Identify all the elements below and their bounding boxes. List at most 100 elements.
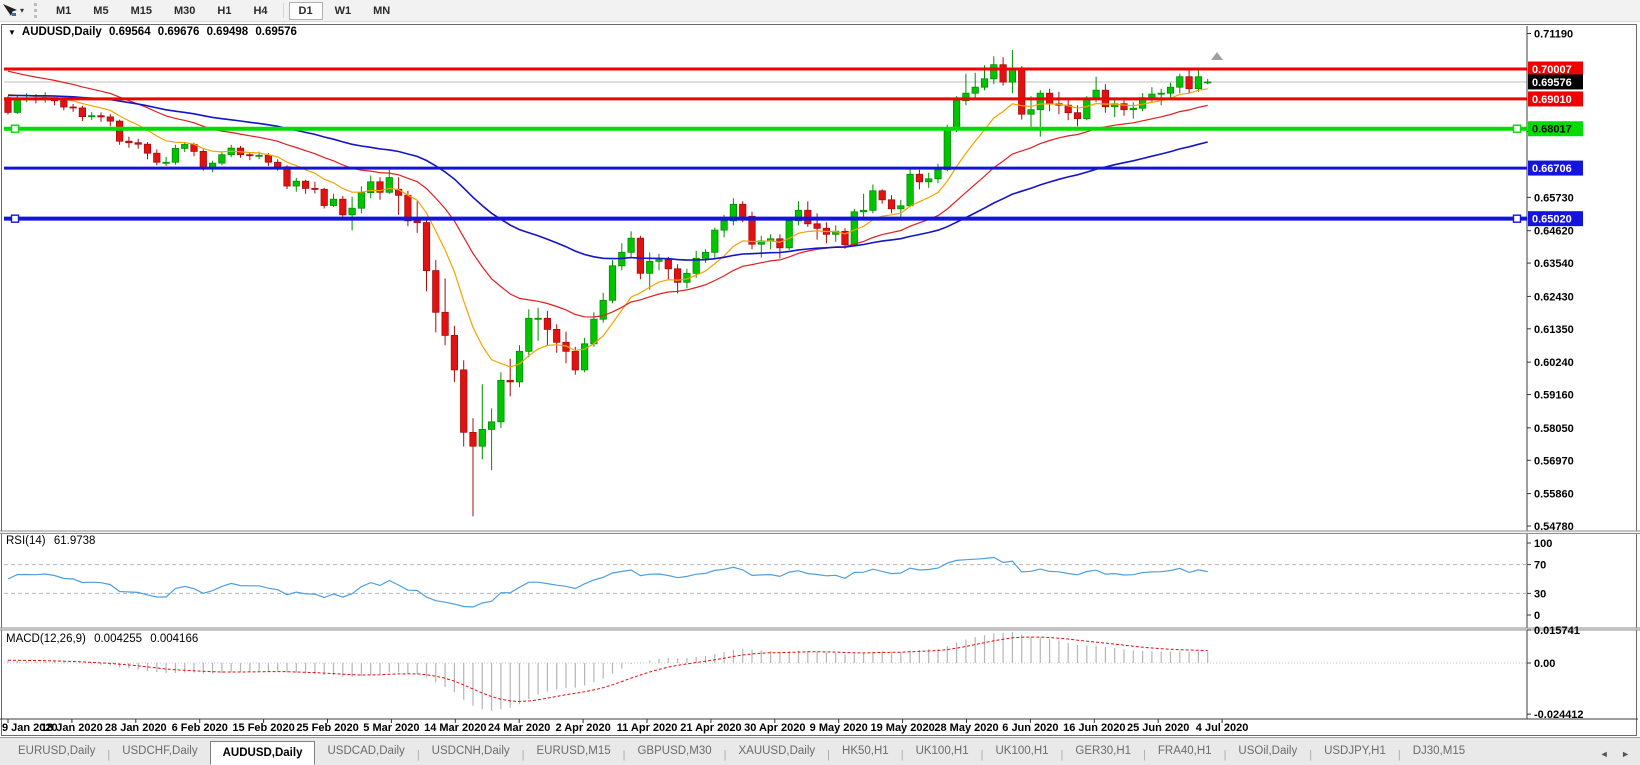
candle-body [498, 380, 504, 421]
tabs-scroll-left-icon[interactable]: ◄ [1600, 749, 1609, 759]
timeframe-button-h4[interactable]: H4 [243, 2, 277, 20]
tab-xauusd-daily[interactable]: XAUUSD,Daily [726, 745, 827, 765]
candle-body [488, 422, 494, 430]
tab-uk100-h1[interactable]: UK100,H1 [983, 745, 1060, 765]
rsi-name: RSI(14) [6, 535, 46, 547]
candle-body [312, 188, 318, 189]
price-axis-tick-label: 0.56970 [1534, 455, 1574, 467]
candle-body [1130, 108, 1136, 110]
chart-menu-icon[interactable]: ▼ [8, 28, 16, 37]
candle-body [265, 155, 271, 162]
timeframe-button-w1[interactable]: W1 [325, 2, 362, 20]
candle-body [572, 351, 578, 370]
timeframe-button-m1[interactable]: M1 [46, 2, 81, 20]
candle-body [647, 261, 653, 273]
candle-body [1167, 87, 1173, 93]
candle-body [981, 79, 987, 87]
candle-body [898, 206, 904, 209]
tab-usoil-daily[interactable]: USOil,Daily [1226, 745, 1309, 765]
chart-symbol: AUDUSD,Daily [22, 26, 102, 38]
tab-audusd-daily[interactable]: AUDUSD,Daily [210, 741, 316, 765]
candle-body [479, 429, 485, 446]
macd-signal-value: 0.004166 [150, 633, 198, 645]
timeframe-button-d1[interactable]: D1 [289, 2, 323, 20]
toolbar-grip [34, 3, 37, 18]
candle-body [1000, 65, 1006, 82]
tab-ger30-h1[interactable]: GER30,H1 [1063, 745, 1143, 765]
support-line-0-65020-handle[interactable] [12, 215, 19, 222]
candle-body [1037, 93, 1043, 110]
time-axis-label: 25 Feb 2020 [296, 722, 358, 734]
tab-dj30-m15[interactable]: DJ30,M15 [1401, 745, 1477, 765]
candle-body [1177, 77, 1183, 88]
timeframe-toolbar: ▾ M1 M5 M15 M30 H1 H4 D1 W1 MN [0, 0, 1640, 22]
tab-usdcnh-daily[interactable]: USDCNH,Daily [420, 745, 522, 765]
candle-body [507, 380, 513, 382]
candle-body [1019, 69, 1025, 114]
timeframe-button-m15[interactable]: M15 [121, 2, 162, 20]
candle-body [126, 141, 132, 143]
support-line-0-66706-label: 0.66706 [1532, 163, 1572, 175]
candle-body [702, 252, 708, 258]
candle-body [293, 181, 299, 186]
candle-body [256, 155, 262, 156]
support-line-0-68017-handle[interactable] [12, 125, 19, 132]
candle-body [1158, 93, 1164, 94]
time-axis-label: 15 Feb 2020 [232, 722, 294, 734]
candle-body [944, 130, 950, 170]
candle-body [888, 200, 894, 209]
time-axis-label: 2 Apr 2020 [555, 722, 610, 734]
tab-uk100-h1[interactable]: UK100,H1 [904, 745, 981, 765]
candle-body [107, 117, 113, 121]
timeframe-button-mn[interactable]: MN [363, 2, 400, 20]
ma-slow-blue [8, 95, 1208, 260]
candle-body [907, 174, 913, 206]
candle-body [991, 65, 997, 79]
timeframe-button-h1[interactable]: H1 [207, 2, 241, 20]
chart-low: 0.69498 [207, 26, 249, 38]
tab-fra40-h1[interactable]: FRA40,H1 [1146, 745, 1224, 765]
candle-body [247, 155, 253, 156]
tab-gbpusd-m30[interactable]: GBPUSD,M30 [625, 745, 723, 765]
tab-hk50-h1[interactable]: HK50,H1 [830, 745, 901, 765]
candle-body [451, 335, 457, 370]
chart-canvas[interactable]: 0.711900.679200.657300.646200.635400.624… [0, 22, 1640, 737]
candle-body [144, 144, 150, 153]
rsi-value: 61.9738 [54, 535, 96, 547]
chart-shift-marker-icon[interactable] [1211, 52, 1223, 60]
tool-dropdown-icon[interactable]: ▾ [20, 6, 24, 15]
tab-eurusd-m15[interactable]: EURUSD,M15 [524, 745, 622, 765]
candle-body [200, 151, 206, 168]
tab-usdcad-daily[interactable]: USDCAD,Daily [315, 745, 416, 765]
candle-body [284, 167, 290, 186]
tab-usdjpy-h1[interactable]: USDJPY,H1 [1312, 745, 1398, 765]
tabs-scroll-right-icon[interactable]: ► [1621, 749, 1630, 759]
timeframe-button-m5[interactable]: M5 [83, 2, 118, 20]
candle-body [98, 116, 104, 117]
candle-body [1195, 77, 1201, 89]
support-line-0-65020-handle[interactable] [1514, 215, 1521, 222]
support-line-0-68017-handle[interactable] [1514, 125, 1521, 132]
candle-body [544, 318, 550, 329]
candle-body [340, 199, 346, 215]
time-axis-label: 16 Jun 2020 [1063, 722, 1125, 734]
cursor-tool-icon[interactable] [2, 3, 18, 19]
timeframe-button-m30[interactable]: M30 [164, 2, 205, 20]
candle-body [516, 351, 522, 382]
candle-body [89, 116, 95, 117]
tab-usdchf-daily[interactable]: USDCHF,Daily [110, 745, 209, 765]
candle-body [535, 318, 541, 319]
tab-eurusd-daily[interactable]: EURUSD,Daily [6, 745, 107, 765]
candle-body [656, 260, 662, 262]
candle-body [349, 208, 355, 215]
rsi-axis-label: 0 [1534, 610, 1540, 622]
candle-body [1186, 77, 1192, 89]
support-line-0-65020-label: 0.65020 [1532, 214, 1572, 226]
candle-body [1009, 69, 1015, 82]
price-axis-tick-label: 0.71190 [1534, 29, 1573, 41]
candle-body [916, 174, 922, 182]
time-axis-label: 18 Jan 2020 [41, 722, 103, 734]
rsi-axis-label: 30 [1534, 588, 1546, 600]
candle-body [860, 210, 866, 212]
candle-body [172, 148, 178, 162]
